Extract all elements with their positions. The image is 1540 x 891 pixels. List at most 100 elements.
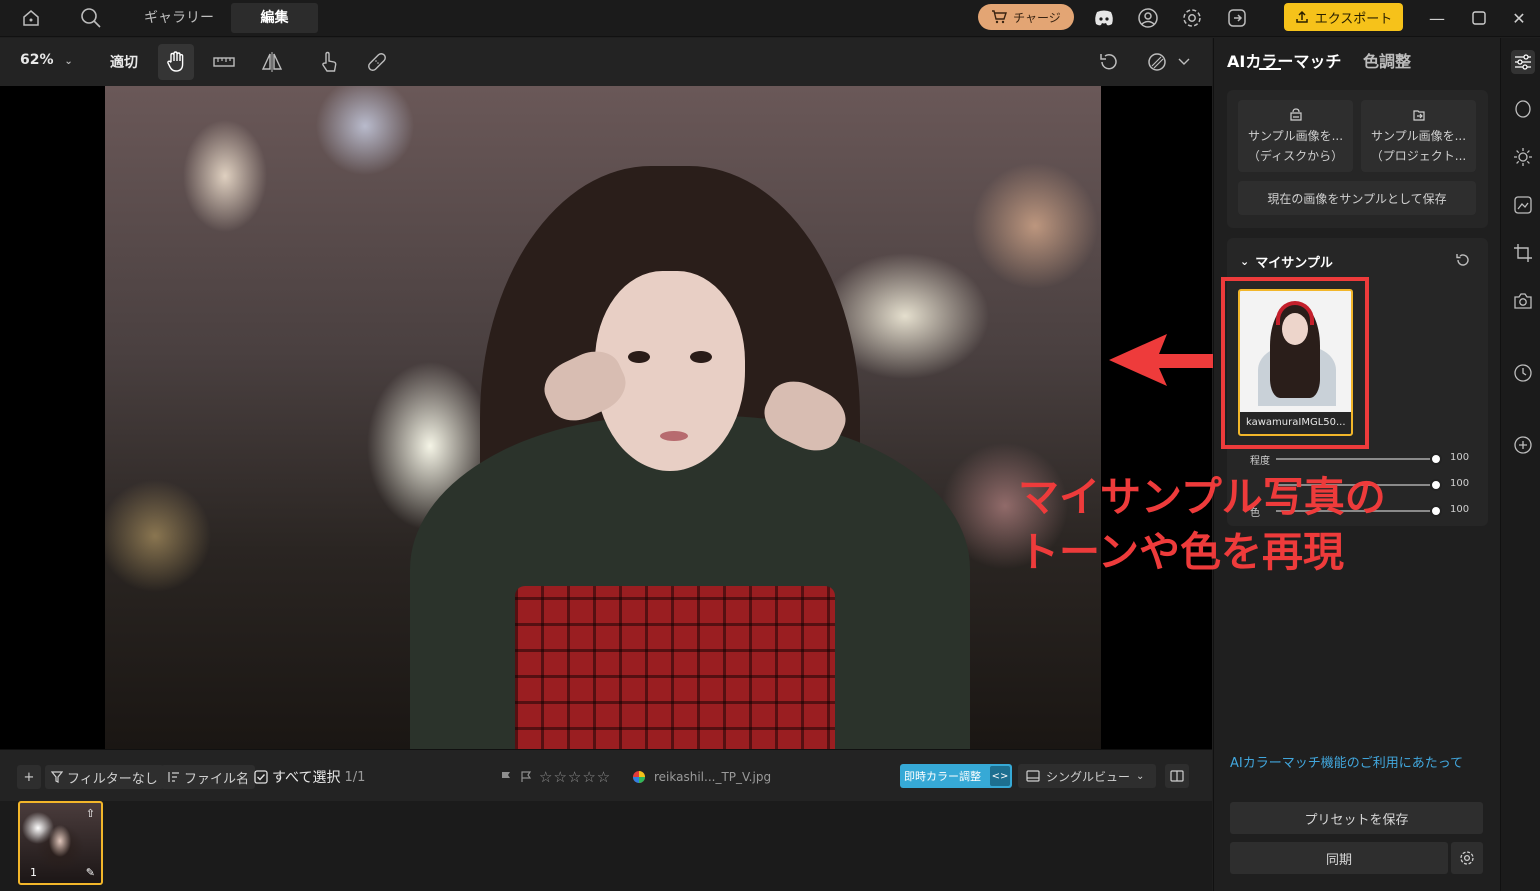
sort-label: ファイル名 <box>184 771 250 787</box>
project-import-icon <box>1412 110 1425 121</box>
save-preset-button[interactable]: プリセットを保存 <box>1230 802 1483 834</box>
active-tab-indicator <box>1259 68 1281 70</box>
edit-toolbar: 62% ⌄ 適切 <box>0 38 1212 86</box>
sliders-adjust-icon[interactable] <box>1511 50 1535 74</box>
intensity-slider[interactable]: 程度 100 <box>1248 452 1470 467</box>
reset-icon[interactable] <box>1455 252 1473 270</box>
image-edit-icon[interactable] <box>1511 193 1535 217</box>
tab-ai-color-match[interactable]: AIカラーマッチ <box>1227 48 1341 72</box>
sample-from-project-button[interactable]: サンプル画像を... （プロジェクト... <box>1361 100 1476 172</box>
filter-label: フィルターなし <box>67 771 158 787</box>
crop-icon[interactable] <box>1511 241 1535 265</box>
export-label: エクスポート <box>1314 11 1393 27</box>
bandage-repair-icon[interactable] <box>359 44 395 80</box>
slider-track <box>1276 458 1436 460</box>
flip-icon[interactable] <box>254 44 290 80</box>
portrait-face-icon[interactable] <box>1511 97 1535 121</box>
upload-icon <box>1295 10 1308 23</box>
sample-disk-line2: （ディスクから） <box>1247 149 1344 163</box>
sample-project-line2: （プロジェクト... <box>1370 149 1467 163</box>
zoom-dropdown[interactable]: 62% ⌄ <box>20 52 73 68</box>
my-samples-header[interactable]: ⌄ マイサンプル <box>1240 252 1333 271</box>
filmstrip-thumbnail[interactable]: ⇧ 1 ✎ <box>18 801 103 885</box>
touch-select-icon[interactable] <box>311 44 347 80</box>
add-icon[interactable]: + <box>17 765 41 789</box>
tab-gallery[interactable]: ギャラリー <box>130 3 228 33</box>
disk-icon <box>1289 108 1302 121</box>
single-view-icon <box>1026 770 1040 782</box>
camera-icon[interactable] <box>1511 289 1535 313</box>
right-icon-strip <box>1500 38 1540 891</box>
cart-icon <box>992 10 1008 24</box>
sort-icon <box>168 772 179 782</box>
sample-project-line1: サンプル画像を... <box>1370 129 1467 143</box>
split-compare-icon[interactable] <box>1165 764 1189 788</box>
tab-edit[interactable]: 編集 <box>231 3 318 33</box>
slider-knob[interactable] <box>1430 479 1442 491</box>
file-name: reikashil..._TP_V.jpg <box>654 770 772 784</box>
flag-icon[interactable] <box>500 765 512 789</box>
instant-color-toggle[interactable]: 即時カラー調整 <> <box>900 764 1012 788</box>
search-icon[interactable] <box>79 6 103 30</box>
maximize-icon[interactable] <box>1467 6 1491 30</box>
filter-dropdown[interactable]: フィルターなし <box>45 765 164 789</box>
chevron-down-icon: ⌄ <box>1136 770 1145 782</box>
my-samples-title: マイサンプル <box>1255 256 1333 271</box>
photo-eye <box>628 351 650 363</box>
brightness-sun-icon[interactable] <box>1511 145 1535 169</box>
checkbox-checked-icon <box>254 770 268 784</box>
slider-value: 100 <box>1450 504 1470 515</box>
add-circle-icon[interactable] <box>1511 433 1535 457</box>
save-current-as-sample-button[interactable]: 現在の画像をサンプルとして保存 <box>1238 181 1476 215</box>
undo-rotate-icon[interactable] <box>1091 44 1127 80</box>
charge-button[interactable]: チャージ <box>978 4 1074 30</box>
close-icon[interactable]: ✕ <box>1507 6 1531 30</box>
view-mode-dropdown[interactable]: シングルビュー ⌄ <box>1018 764 1156 788</box>
view-mode-label: シングルビュー <box>1046 769 1131 784</box>
sort-dropdown[interactable]: ファイル名 <box>161 765 256 789</box>
zoom-value: 62% <box>20 52 54 68</box>
hand-tool-icon[interactable] <box>158 44 194 80</box>
slider-label: 程度 <box>1250 456 1270 467</box>
history-clock-icon[interactable] <box>1511 361 1535 385</box>
select-all-label: すべて選択 <box>272 770 341 786</box>
slider-knob[interactable] <box>1430 453 1442 465</box>
image-canvas[interactable] <box>0 86 1212 749</box>
star-rating[interactable]: ☆☆☆☆☆ <box>539 765 611 789</box>
sample-from-disk-button[interactable]: サンプル画像を... （ディスクから） <box>1238 100 1353 172</box>
color-label-icon[interactable] <box>632 765 646 789</box>
title-bar: ギャラリー 編集 チャージ エクスポート — ✕ <box>0 0 1540 37</box>
photo-lips <box>660 431 688 441</box>
annotation-arrow-icon <box>1109 334 1213 386</box>
home-icon[interactable] <box>19 6 43 30</box>
code-brackets-icon: <> <box>990 766 1010 786</box>
reject-flag-icon[interactable] <box>520 765 532 789</box>
instant-color-label: 即時カラー調整 <box>904 770 981 783</box>
sample-disk-line1: サンプル画像を... <box>1247 129 1344 143</box>
selection-count: 1/1 <box>344 769 366 785</box>
discord-icon[interactable] <box>1092 6 1116 30</box>
slider-value: 100 <box>1450 478 1470 489</box>
filmstrip: ⇧ 1 ✎ <box>0 801 1212 891</box>
ai-color-match-notice-link[interactable]: AIカラーマッチ機能のご利用にあたって <box>1230 752 1463 771</box>
chevron-down-icon[interactable] <box>1172 44 1196 80</box>
account-icon[interactable] <box>1136 6 1160 30</box>
select-all-checkbox[interactable]: すべて選択 1/1 <box>254 765 365 789</box>
edited-photo <box>105 86 1101 749</box>
compare-mask-icon[interactable] <box>1139 44 1175 80</box>
minimize-icon[interactable]: — <box>1425 6 1449 30</box>
straighten-icon[interactable] <box>206 44 242 80</box>
annotation-text: マイサンプル写真の トーンや色を再現 <box>1018 473 1386 576</box>
export-button[interactable]: エクスポート <box>1284 3 1403 31</box>
settings-gear-icon[interactable] <box>1180 6 1204 30</box>
filter-icon <box>51 771 63 783</box>
photo-dress <box>515 586 835 749</box>
slider-value: 100 <box>1450 452 1470 463</box>
tab-color-adjust[interactable]: 色調整 <box>1363 48 1411 72</box>
sync-button[interactable]: 同期 <box>1230 842 1448 874</box>
sign-in-icon[interactable] <box>1225 6 1249 30</box>
sync-settings-gear-icon[interactable] <box>1451 842 1483 874</box>
fit-button[interactable]: 適切 <box>110 52 138 72</box>
pencil-icon: ✎ <box>85 866 95 879</box>
slider-knob[interactable] <box>1430 505 1442 517</box>
